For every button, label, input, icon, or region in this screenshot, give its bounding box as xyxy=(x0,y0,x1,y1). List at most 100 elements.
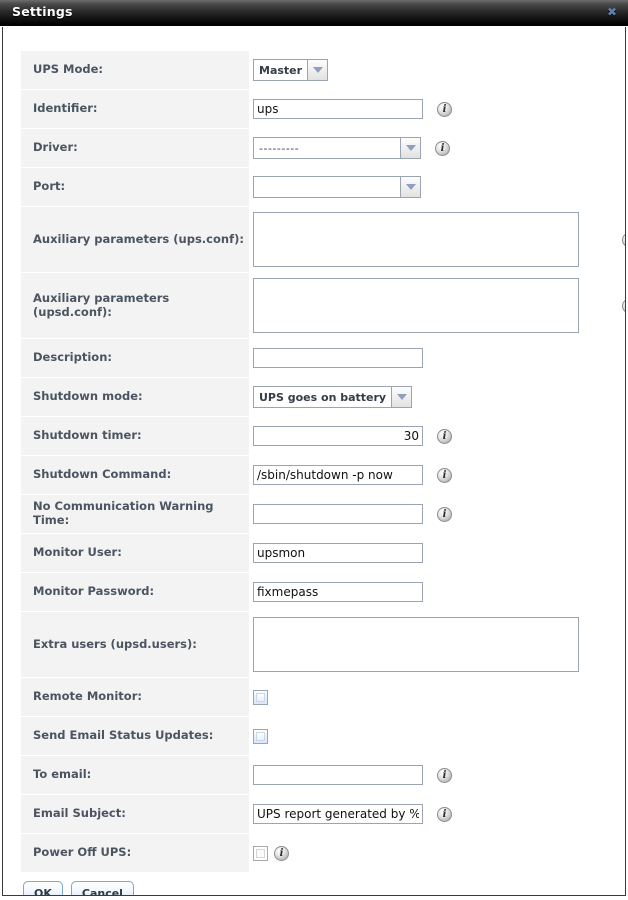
driver-select[interactable]: --------- xyxy=(253,137,421,159)
chevron-down-icon[interactable] xyxy=(401,176,421,198)
identifier-input[interactable] xyxy=(253,99,423,119)
field-label-shutdown-command: Shutdown Command: xyxy=(21,456,249,494)
info-icon[interactable]: i xyxy=(437,428,452,444)
label-text: Monitor User: xyxy=(33,545,122,560)
chevron-down-glyph xyxy=(312,67,323,73)
label-text: Send Email Status Updates: xyxy=(33,728,214,743)
form-row-send-email-status-updates: Send Email Status Updates: xyxy=(21,717,621,755)
shutdown-mode-selected-value: UPS goes on battery xyxy=(253,386,393,408)
field-cell-aux-params-upsd-conf xyxy=(249,273,621,338)
field-label-driver: Driver: xyxy=(21,129,249,167)
field-label-send-email-status-updates: Send Email Status Updates: xyxy=(21,717,249,755)
shutdown-mode-select[interactable]: UPS goes on battery xyxy=(253,386,413,408)
field-cell-remote-monitor xyxy=(249,678,621,716)
field-cell-description xyxy=(249,339,621,377)
form-row-no-communication-warning-time: No Communication Warning Time: i xyxy=(21,495,621,533)
label-text: No Communication Warning Time: xyxy=(33,499,214,527)
field-label-description: Description: xyxy=(21,339,249,377)
info-icon[interactable]: i xyxy=(437,806,452,822)
chevron-down-icon[interactable] xyxy=(392,386,413,408)
port-selected-value xyxy=(253,176,401,198)
checkbox-box xyxy=(256,692,265,702)
field-label-shutdown-timer: Shutdown timer: xyxy=(21,417,249,455)
info-icon[interactable]: i xyxy=(435,140,450,156)
ups-mode-select[interactable]: Master xyxy=(253,59,329,81)
label-text: Shutdown mode: xyxy=(33,389,143,404)
ok-button[interactable]: OK xyxy=(23,881,63,895)
cancel-button[interactable]: Cancel xyxy=(70,881,134,895)
checkbox-box xyxy=(256,731,265,741)
label-text: Auxiliary parameters (ups.conf): xyxy=(33,231,244,246)
field-cell-monitor-user xyxy=(249,534,621,572)
field-cell-identifier: i xyxy=(249,90,621,128)
field-label-identifier: Identifier: xyxy=(21,90,249,128)
field-cell-monitor-password xyxy=(249,573,621,611)
aux-params-ups-conf-textarea[interactable] xyxy=(253,212,579,267)
field-cell-send-email-status-updates xyxy=(249,717,621,755)
field-cell-power-off-ups: i xyxy=(249,834,621,872)
info-icon[interactable]: i xyxy=(622,298,625,313)
form-row-remote-monitor: Remote Monitor: xyxy=(21,678,621,716)
label-text: Port: xyxy=(33,179,66,194)
field-label-aux-params-ups-conf: Auxiliary parameters (ups.conf): xyxy=(21,207,249,272)
monitor-password-input[interactable] xyxy=(253,582,423,602)
form-row-shutdown-command: Shutdown Command: i xyxy=(21,456,621,494)
field-cell-shutdown-timer: i xyxy=(249,417,621,455)
aux-params-upsd-conf-textarea[interactable] xyxy=(253,278,579,333)
info-icon[interactable]: i xyxy=(437,101,452,117)
description-input[interactable] xyxy=(253,348,423,368)
settings-panel: UPS Mode: Master Identifier: i Driver: ------… xyxy=(2,27,626,896)
field-label-remote-monitor: Remote Monitor: xyxy=(21,678,249,716)
power-off-ups-checkbox[interactable] xyxy=(253,845,268,861)
field-label-aux-params-upsd-conf: Auxiliary parameters (upsd.conf): xyxy=(21,273,249,338)
monitor-user-input[interactable] xyxy=(253,543,423,563)
form-row-to-email: To email: i xyxy=(21,756,621,794)
label-text: Shutdown timer: xyxy=(33,428,142,443)
field-cell-driver: --------- i xyxy=(249,129,621,167)
chevron-down-glyph xyxy=(405,184,416,190)
label-text: Extra users (upsd.users): xyxy=(33,636,197,651)
settings-window: Settings ✖ UPS Mode: MasterIdentifier: i Dr… xyxy=(0,0,628,900)
field-cell-port xyxy=(249,168,621,206)
send-email-status-updates-checkbox[interactable] xyxy=(253,728,268,744)
field-cell-shutdown-mode: UPS goes on battery xyxy=(249,378,621,416)
info-icon[interactable]: i xyxy=(622,232,625,247)
driver-selected-value: --------- xyxy=(253,137,401,159)
field-label-monitor-password: Monitor Password: xyxy=(21,573,249,611)
port-select[interactable] xyxy=(253,176,421,198)
form-row-extra-users: Extra users (upsd.users): xyxy=(21,612,621,677)
field-cell-to-email: i xyxy=(249,756,621,794)
chevron-down-icon[interactable] xyxy=(308,59,329,81)
info-icon[interactable]: i xyxy=(437,467,452,483)
shutdown-command-input[interactable] xyxy=(253,465,423,485)
field-label-to-email: To email: xyxy=(21,756,249,794)
shutdown-timer-input[interactable] xyxy=(253,426,423,446)
info-icon[interactable]: i xyxy=(437,767,452,783)
form-row-shutdown-timer: Shutdown timer: i xyxy=(21,417,621,455)
email-subject-input[interactable] xyxy=(253,804,423,824)
info-icon[interactable]: i xyxy=(437,506,452,522)
label-text: UPS Mode: xyxy=(33,62,104,77)
form-row-monitor-password: Monitor Password: xyxy=(21,573,621,611)
extra-users-textarea[interactable] xyxy=(253,617,579,672)
dialog-buttons: OK Cancel xyxy=(21,881,621,895)
title-bar: Settings ✖ xyxy=(0,0,628,26)
label-text: Shutdown Command: xyxy=(33,467,172,482)
to-email-input[interactable] xyxy=(253,765,423,785)
info-icon[interactable]: i xyxy=(274,845,289,861)
window-title: Settings xyxy=(12,4,73,19)
chevron-down-icon[interactable] xyxy=(401,137,421,159)
settings-form: UPS Mode: Master Identifier: i Driver: ------… xyxy=(21,51,625,895)
form-row-ups-mode: UPS Mode: Master xyxy=(21,51,621,89)
no-communication-warning-time-input[interactable] xyxy=(253,504,423,524)
field-cell-ups-mode: Master xyxy=(249,51,621,89)
field-cell-aux-params-ups-conf xyxy=(249,207,621,272)
form-row-aux-params-upsd-conf: Auxiliary parameters (upsd.conf): i xyxy=(21,273,625,338)
chevron-down-glyph xyxy=(405,145,416,151)
label-text: Monitor Password: xyxy=(33,584,155,599)
close-icon[interactable]: ✖ xyxy=(605,5,619,19)
field-label-extra-users: Extra users (upsd.users): xyxy=(21,612,249,677)
label-text: Driver: xyxy=(33,140,78,155)
form-row-shutdown-mode: Shutdown mode: UPS goes on battery xyxy=(21,378,621,416)
remote-monitor-checkbox[interactable] xyxy=(253,689,268,705)
